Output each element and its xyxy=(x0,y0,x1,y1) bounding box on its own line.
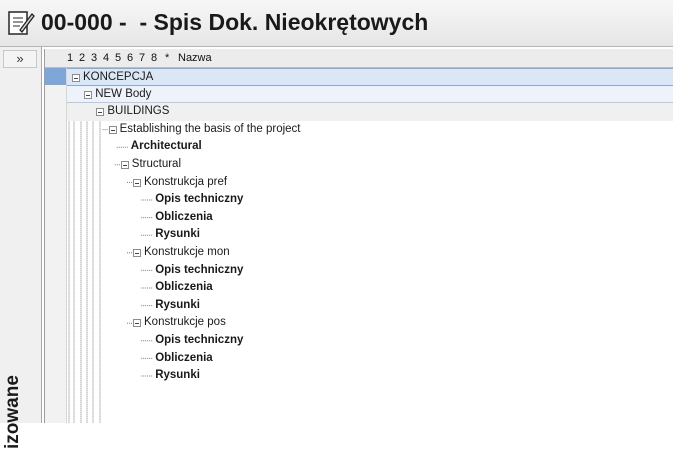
row-gutter xyxy=(45,68,67,423)
tree-node-label: Architectural xyxy=(130,140,202,153)
tree-row[interactable]: Architectural xyxy=(67,138,673,156)
document-pen-icon xyxy=(8,11,35,35)
window-title: 00-000 - - Spis Dok. Nieokrętowych xyxy=(41,9,429,35)
tree-row[interactable]: Opis techniczny xyxy=(67,191,673,209)
tree-row[interactable]: Rysunki xyxy=(67,297,673,315)
tree-node-label: Establishing the basis of the project xyxy=(119,122,301,135)
tree-node-label: KONCEPCJA xyxy=(83,71,154,83)
tree-row[interactable]: Rysunki xyxy=(67,226,673,244)
collapsed-side-panel[interactable]: » izowane xyxy=(0,47,42,449)
column-header-1[interactable]: 2 xyxy=(79,52,85,64)
side-panel-label: izowane xyxy=(2,375,23,449)
collapse-toggle-icon[interactable] xyxy=(133,249,141,257)
collapse-toggle-icon[interactable] xyxy=(108,125,117,134)
column-header-6[interactable]: 7 xyxy=(139,52,145,64)
tree-node-label: Rysunki xyxy=(155,228,200,241)
tree-node-label: Obliczenia xyxy=(155,351,213,364)
tree-row[interactable]: Establishing the basis of the project xyxy=(67,121,673,139)
row-selector-indicator[interactable] xyxy=(45,68,66,85)
tree-row[interactable]: Konstrukcje pos xyxy=(67,314,673,332)
tree-row[interactable]: Obliczenia xyxy=(67,209,673,227)
tree-row[interactable]: NEW Body xyxy=(67,85,673,104)
collapse-toggle-icon[interactable] xyxy=(96,108,105,117)
tree-node-label: Rysunki xyxy=(155,298,200,311)
tree-node-label: Rysunki xyxy=(155,369,200,382)
tree-row[interactable]: Rysunki xyxy=(67,367,673,385)
tree-grid[interactable]: 1 2 3 4 5 6 7 8 * Nazwa KONCEPCJA NEW Body BUILDING… xyxy=(44,49,673,423)
title-bar: 00-000 - - Spis Dok. Nieokrętowych xyxy=(0,0,673,47)
column-header-3[interactable]: 4 xyxy=(103,52,109,64)
column-header-2[interactable]: 3 xyxy=(91,52,97,64)
tree-node-label: BUILDINGS xyxy=(107,105,170,118)
tree-node-label: Opis techniczny xyxy=(155,263,244,276)
tree-node-label: Opis techniczny xyxy=(155,193,244,206)
tree-row[interactable]: BUILDINGS xyxy=(67,103,673,121)
column-header-9[interactable]: Nazwa xyxy=(178,52,212,64)
collapse-toggle-icon[interactable] xyxy=(120,161,129,169)
collapse-toggle-icon[interactable] xyxy=(84,90,93,99)
collapse-toggle-icon[interactable] xyxy=(133,319,141,328)
collapse-toggle-icon[interactable] xyxy=(133,178,141,187)
tree-row[interactable]: Structural xyxy=(67,156,673,174)
column-header-7[interactable]: 8 xyxy=(151,52,157,64)
tree-row[interactable]: Konstrukcje mon xyxy=(67,244,673,262)
tree-node-label: NEW Body xyxy=(95,87,152,100)
tree-node-label: Konstrukcje mon xyxy=(144,246,230,258)
column-header-5[interactable]: 6 xyxy=(127,52,133,64)
expand-panel-button[interactable]: » xyxy=(3,50,37,68)
tree-row[interactable]: Obliczenia xyxy=(67,279,673,297)
column-header-0[interactable]: 1 xyxy=(67,52,73,64)
tree-node-label: Opis techniczny xyxy=(155,334,244,346)
tree-row[interactable]: Opis techniczny xyxy=(67,262,673,280)
column-header-4[interactable]: 5 xyxy=(115,52,121,64)
tree-row[interactable]: Opis techniczny xyxy=(67,332,673,350)
tree-row[interactable]: KONCEPCJA xyxy=(67,68,673,86)
tree-node-label: Konstrukcje pos xyxy=(144,316,226,329)
collapse-toggle-icon[interactable] xyxy=(72,74,80,82)
tree-row[interactable]: Konstrukcja pref xyxy=(67,174,673,192)
tree-node-label: Obliczenia xyxy=(155,281,213,294)
grid-header: 1 2 3 4 5 6 7 8 * Nazwa xyxy=(45,49,673,68)
tree-node-label: Structural xyxy=(131,158,182,170)
tree-node-label: Obliczenia xyxy=(155,210,213,223)
column-header-8[interactable]: * xyxy=(165,52,169,64)
tree-row[interactable]: Obliczenia xyxy=(67,350,673,368)
tree-node-label: Konstrukcja pref xyxy=(144,175,228,188)
